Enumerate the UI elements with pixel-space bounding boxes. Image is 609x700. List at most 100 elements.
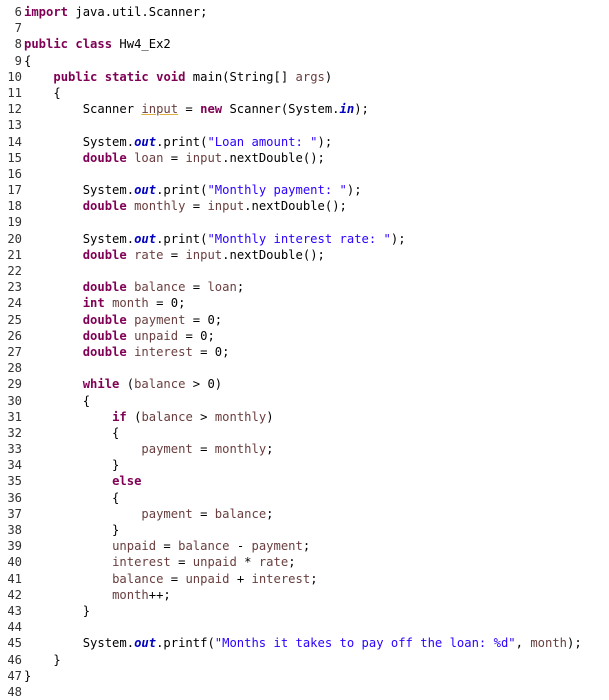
code-text: else: [22, 473, 141, 489]
variable-token: payment: [251, 539, 303, 554]
code-text: public class Hw4_Ex2: [22, 36, 171, 52]
code-line[interactable]: 23 double balance = loan;: [0, 279, 609, 295]
line-number: 39: [7, 539, 22, 554]
code-token: {: [24, 425, 120, 440]
code-line[interactable]: 19: [0, 214, 609, 230]
code-line[interactable]: 39 unpaid = balance - payment;: [0, 538, 609, 554]
code-line[interactable]: 33 payment = monthly;: [0, 441, 609, 457]
code-line[interactable]: 16: [0, 166, 609, 182]
code-text: double rate = input.nextDouble();: [22, 247, 325, 263]
code-text: while (balance > 0): [22, 376, 222, 392]
code-line[interactable]: 24 int month = 0;: [0, 295, 609, 311]
code-line[interactable]: 42 month++;: [0, 587, 609, 603]
code-line[interactable]: 12 Scanner input = new Scanner(System.in…: [0, 101, 609, 117]
variable-token: monthly: [214, 442, 267, 457]
string-token: "Monthly payment: ": [207, 183, 347, 198]
code-token: {: [24, 53, 32, 68]
keyword-token: import: [24, 5, 69, 19]
code-token: }: [24, 668, 32, 683]
keyword-token: class: [75, 37, 113, 52]
code-line[interactable]: 11 {: [0, 85, 609, 101]
code-line[interactable]: 44: [0, 619, 609, 635]
code-line[interactable]: 21 double rate = input.nextDouble();: [0, 247, 609, 263]
code-line[interactable]: 28: [0, 360, 609, 376]
code-line[interactable]: 25 double payment = 0;: [0, 312, 609, 328]
code-line[interactable]: 34 }: [0, 457, 609, 473]
variable-token: input: [141, 102, 179, 117]
code-line[interactable]: 30 {: [0, 393, 609, 409]
line-number: 35: [7, 474, 22, 489]
code-line[interactable]: 6 import java.util.Scanner;: [0, 4, 609, 20]
code-token: }: [24, 458, 120, 473]
code-line[interactable]: 31 if (balance > monthly): [0, 409, 609, 425]
code-line[interactable]: 40 interest = unpaid * rate;: [0, 554, 609, 570]
code-text: System.out.print("Monthly payment: ");: [22, 182, 362, 198]
code-line[interactable]: 14 System.out.print("Loan amount: ");: [0, 134, 609, 150]
line-number: 40: [7, 555, 22, 570]
code-line[interactable]: 18 double monthly = input.nextDouble();: [0, 198, 609, 214]
line-number: 38: [7, 523, 22, 537]
code-token: ;: [236, 280, 245, 295]
code-line[interactable]: 27 double interest = 0;: [0, 344, 609, 360]
code-line[interactable]: 38 }: [0, 522, 609, 538]
code-line[interactable]: 43 }: [0, 603, 609, 619]
line-number: 15: [7, 150, 22, 165]
code-line[interactable]: 22: [0, 263, 609, 279]
code-line[interactable]: 37 payment = balance;: [0, 506, 609, 522]
code-token: Hw4_Ex2: [112, 37, 171, 52]
code-token: {: [24, 393, 91, 408]
code-token: (: [119, 377, 135, 392]
code-line[interactable]: 10 public static void main(String[] args…: [0, 69, 609, 85]
code-text: System.out.printf("Months it takes to pa…: [22, 635, 582, 651]
code-line[interactable]: 47}: [0, 668, 609, 684]
code-line[interactable]: 45 System.out.printf("Months it takes to…: [0, 635, 609, 651]
code-line[interactable]: 13: [0, 117, 609, 133]
keyword-token: void: [156, 69, 186, 84]
code-line[interactable]: 41 balance = unpaid + interest;: [0, 571, 609, 587]
code-text: {: [22, 393, 90, 409]
code-token: .print(: [156, 183, 208, 198]
code-line[interactable]: 17 System.out.print("Monthly payment: ")…: [0, 182, 609, 198]
code-token: =: [170, 555, 193, 570]
string-token: "Loan amount: ": [207, 134, 318, 149]
code-line[interactable]: 26 double unpaid = 0;: [0, 328, 609, 344]
variable-token: monthly: [214, 409, 267, 424]
keyword-token: static: [104, 69, 149, 84]
code-token: =: [178, 102, 201, 117]
code-text: payment = monthly;: [22, 441, 273, 457]
code-line[interactable]: 20 System.out.print("Monthly interest ra…: [0, 231, 609, 247]
line-number: 36: [7, 490, 22, 505]
code-line[interactable]: 15 double loan = input.nextDouble();: [0, 150, 609, 166]
keyword-token: public: [53, 69, 98, 84]
code-token: .print(: [156, 231, 208, 246]
variable-token: interest: [251, 571, 311, 586]
code-line[interactable]: 9{: [0, 53, 609, 69]
code-editor[interactable]: 6 import java.util.Scanner; 7 8 public class…: [0, 4, 609, 700]
code-token: =: [163, 571, 186, 586]
code-line[interactable]: 48: [0, 684, 609, 700]
code-line[interactable]: 7: [0, 20, 609, 36]
code-text: interest = unpaid * rate;: [22, 554, 295, 570]
code-text: Scanner input = new Scanner(System.in);: [22, 101, 369, 117]
line-number: 25: [7, 312, 22, 327]
line-number: 19: [7, 215, 22, 230]
keyword-token: if: [112, 409, 127, 424]
code-line[interactable]: 46 }: [0, 652, 609, 668]
keyword-token: public: [24, 37, 69, 52]
line-number: 22: [7, 264, 22, 278]
code-line[interactable]: 29 while (balance > 0): [0, 376, 609, 392]
line-number: 37: [7, 506, 22, 521]
code-line[interactable]: 36 {: [0, 490, 609, 506]
code-line[interactable]: 8 public class Hw4_Ex2: [0, 36, 609, 52]
code-line[interactable]: 35 else: [0, 473, 609, 489]
code-text: public static void main(String[] args): [22, 69, 332, 85]
line-number: 24: [7, 296, 22, 311]
code-token: *: [236, 555, 259, 570]
code-line[interactable]: 32 {: [0, 425, 609, 441]
